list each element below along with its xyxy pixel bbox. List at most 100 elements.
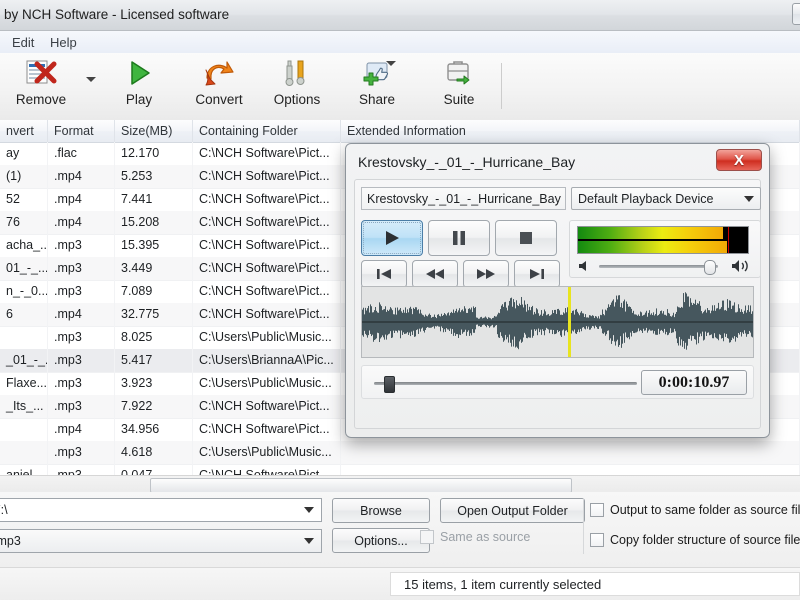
skip-next-icon <box>530 269 544 279</box>
column-header-convert[interactable]: nvert <box>0 120 48 142</box>
playback-device-caret[interactable] <box>744 188 754 209</box>
table-cell: Flaxe... <box>0 372 48 395</box>
toolbar-button-convert[interactable]: Convert <box>180 55 258 117</box>
panel-separator <box>583 498 584 554</box>
copy-folder-structure-checkbox-row[interactable]: Copy folder structure of source files <box>590 533 800 547</box>
waveform-display[interactable] <box>361 286 754 358</box>
share-dropdown-caret-icon[interactable] <box>386 61 396 66</box>
table-cell: C:\NCH Software\Pict... <box>193 234 341 257</box>
table-cell: C:\Users\Public\Music... <box>193 372 341 395</box>
suite-icon <box>420 55 498 91</box>
toolbar-button-play[interactable]: Play <box>100 55 178 117</box>
output-folder-combo[interactable]: F:\ <box>0 498 322 522</box>
share-icon <box>338 55 416 91</box>
table-cell: C:\NCH Software\Pict... <box>193 257 341 280</box>
toolbar-button-options[interactable]: Options <box>258 55 336 117</box>
toolbar-separator <box>501 63 502 109</box>
output-format-combo[interactable]: .mp3 <box>0 529 322 553</box>
output-same-folder-checkbox-row[interactable]: Output to same folder as source file <box>590 503 800 517</box>
table-cell: .mp3 <box>48 280 115 303</box>
table-row[interactable]: .mp3 4.618 C:\Users\Public\Music... <box>0 441 800 465</box>
table-cell: 01_-_... <box>0 257 48 280</box>
rewind-button[interactable] <box>412 260 458 288</box>
output-settings-panel: F:\ .mp3 Browse Options... Open Output F… <box>0 492 800 567</box>
table-cell: 0.047 <box>115 464 193 475</box>
player-dialog[interactable]: Krestovsky_-_01_-_Hurricane_Bay X Kresto… <box>345 143 770 438</box>
scrollbar-thumb[interactable] <box>150 478 572 493</box>
column-header-extended[interactable]: Extended Information <box>341 120 800 142</box>
table-cell: 34.956 <box>115 418 193 441</box>
close-icon: X <box>733 151 744 169</box>
table-cell <box>0 418 48 441</box>
toolbar-button-share[interactable]: Share <box>338 55 416 117</box>
output-folder-caret[interactable] <box>298 500 320 520</box>
pause-icon <box>453 231 465 245</box>
player-file-field[interactable]: Krestovsky_-_01_-_Hurricane_Bay <box>361 187 566 210</box>
table-cell: C:\NCH Software\Pict... <box>193 142 341 165</box>
play-button[interactable] <box>361 220 423 256</box>
table-cell: .mp3 <box>48 441 115 464</box>
window-controls <box>792 3 800 25</box>
chevron-down-icon <box>304 507 314 513</box>
table-cell <box>0 441 48 464</box>
table-cell: 7.441 <box>115 188 193 211</box>
table-cell: C:\Users\Public\Music... <box>193 441 341 464</box>
play-icon <box>386 231 399 245</box>
options-button[interactable]: Options... <box>332 528 430 553</box>
title-bar: by NCH Software - Licensed software <box>0 0 800 31</box>
same-as-source-checkbox-row[interactable]: Same as source <box>420 530 530 544</box>
options-icon <box>258 55 336 91</box>
vu-meter-right-channel <box>578 241 727 253</box>
vu-meter-peak-indicator <box>728 227 729 253</box>
skip-next-button[interactable] <box>514 260 560 288</box>
waveform-canvas <box>362 287 753 357</box>
skip-previous-button[interactable] <box>361 260 407 288</box>
menu-item-help[interactable]: Help <box>44 34 83 51</box>
menu-item-edit[interactable]: Edit <box>6 34 40 51</box>
column-header-folder[interactable]: Containing Folder <box>193 120 341 142</box>
seek-slider-thumb[interactable] <box>384 376 395 393</box>
toolbar-label-play: Play <box>125 92 153 107</box>
open-output-folder-button[interactable]: Open Output Folder <box>440 498 585 523</box>
table-cell: C:\NCH Software\Pict... <box>193 165 341 188</box>
table-cell: 12.170 <box>115 142 193 165</box>
player-dialog-title: Krestovsky_-_01_-_Hurricane_Bay <box>358 154 576 170</box>
table-cell: .mp3 <box>48 257 115 280</box>
copy-folder-structure-checkbox[interactable] <box>590 533 604 547</box>
toolbar-button-remove[interactable]: Remove <box>2 55 80 117</box>
toolbar-label-options: Options <box>273 92 321 107</box>
column-header-size[interactable]: Size(MB) <box>115 120 193 142</box>
pause-button[interactable] <box>428 220 490 256</box>
table-cell: 7.089 <box>115 280 193 303</box>
table-cell: aniel_... <box>0 464 48 475</box>
table-cell: .mp3 <box>48 395 115 418</box>
output-format-caret[interactable] <box>298 531 320 551</box>
same-as-source-checkbox[interactable] <box>420 530 434 544</box>
table-cell: C:\NCH Software\Pict... <box>193 418 341 441</box>
table-cell: 6 <box>0 303 48 326</box>
output-same-folder-checkbox[interactable] <box>590 503 604 517</box>
vu-meter-left-channel <box>578 227 723 239</box>
column-header-format[interactable]: Format <box>48 120 115 142</box>
toolbar-button-suite[interactable]: Suite <box>420 55 498 117</box>
status-text: 15 items, 1 item currently selected <box>404 577 602 592</box>
volume-slider-track[interactable] <box>599 265 718 268</box>
table-cell: .mp3 <box>48 349 115 372</box>
browse-button[interactable]: Browse <box>332 498 430 523</box>
table-cell: C:\NCH Software\Pict... <box>193 280 341 303</box>
table-cell: 5.417 <box>115 349 193 372</box>
playback-device-combo[interactable]: Default Playback Device <box>571 187 761 210</box>
fast-forward-button[interactable] <box>463 260 509 288</box>
play-icon <box>100 55 178 91</box>
remove-dropdown-caret-icon[interactable] <box>86 77 96 82</box>
minimize-button[interactable] <box>792 3 800 25</box>
table-cell: C:\NCH Software\Pict... <box>193 188 341 211</box>
volume-slider-thumb[interactable] <box>704 260 716 275</box>
table-cell: C:\Users\Public\Music... <box>193 326 341 349</box>
stop-button[interactable] <box>495 220 557 256</box>
table-cell: .mp4 <box>48 211 115 234</box>
table-cell <box>341 441 800 464</box>
seek-slider-track[interactable] <box>374 382 637 385</box>
close-button[interactable]: X <box>716 149 762 171</box>
table-row[interactable]: aniel_... .mp3 0.047 C:\NCH Software\Pict..… <box>0 464 800 475</box>
